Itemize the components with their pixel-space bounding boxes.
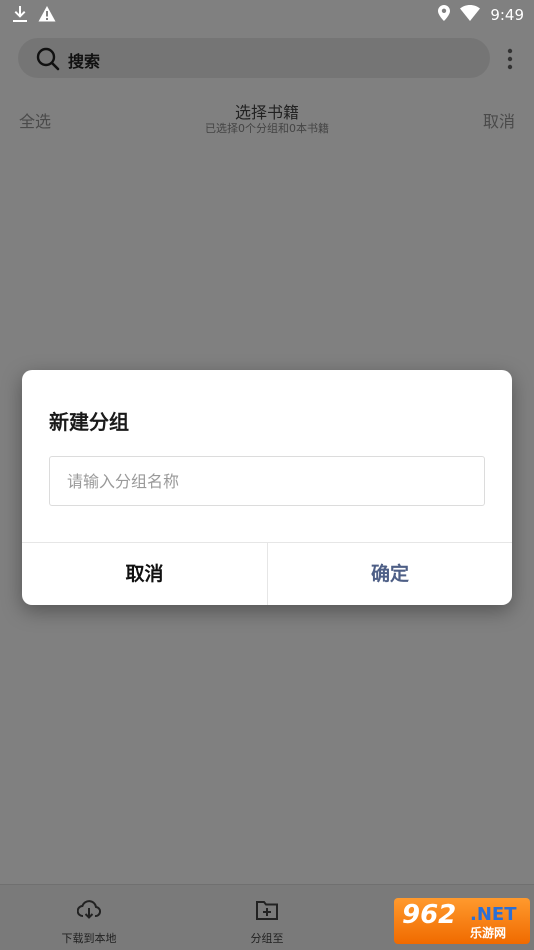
download-local-label: 下载到本地 <box>61 932 117 945</box>
more-vertical-icon[interactable] <box>500 48 520 70</box>
watermark-suffix: .NET <box>470 904 517 925</box>
group-to-button[interactable]: 分组至 <box>212 885 322 950</box>
search-bar[interactable]: 搜索 <box>18 38 490 78</box>
cloud-download-icon <box>76 899 102 925</box>
location-icon <box>438 5 451 25</box>
search-label: 搜索 <box>68 52 101 71</box>
selection-bar: 全选 选择书籍 已选择0个分组和0本书籍 取消 <box>0 98 534 138</box>
group-to-label: 分组至 <box>250 932 284 945</box>
dialog-cancel-button[interactable]: 取消 <box>22 543 267 605</box>
download-local-button[interactable]: 下载到本地 <box>34 885 144 950</box>
cancel-selection-button[interactable]: 取消 <box>483 108 515 132</box>
wifi-icon <box>460 5 481 25</box>
warning-icon <box>38 5 56 27</box>
folder-add-icon <box>255 899 279 925</box>
dialog-confirm-button[interactable]: 确定 <box>268 543 512 605</box>
watermark-number: 962 <box>402 900 457 930</box>
clock: 9:49 <box>490 6 524 24</box>
site-watermark-logo: 962 .NET 乐游网 <box>394 898 530 944</box>
search-icon <box>36 47 60 75</box>
watermark-text: 乐游网 <box>470 926 507 940</box>
status-bar: 9:49 <box>0 0 534 30</box>
selection-subtitle: 已选择0个分组和0本书籍 <box>205 122 329 135</box>
new-group-dialog: 新建分组 取消 确定 <box>22 370 512 605</box>
group-name-input[interactable] <box>49 456 485 506</box>
dialog-title: 新建分组 <box>49 410 129 434</box>
download-icon <box>12 5 28 27</box>
